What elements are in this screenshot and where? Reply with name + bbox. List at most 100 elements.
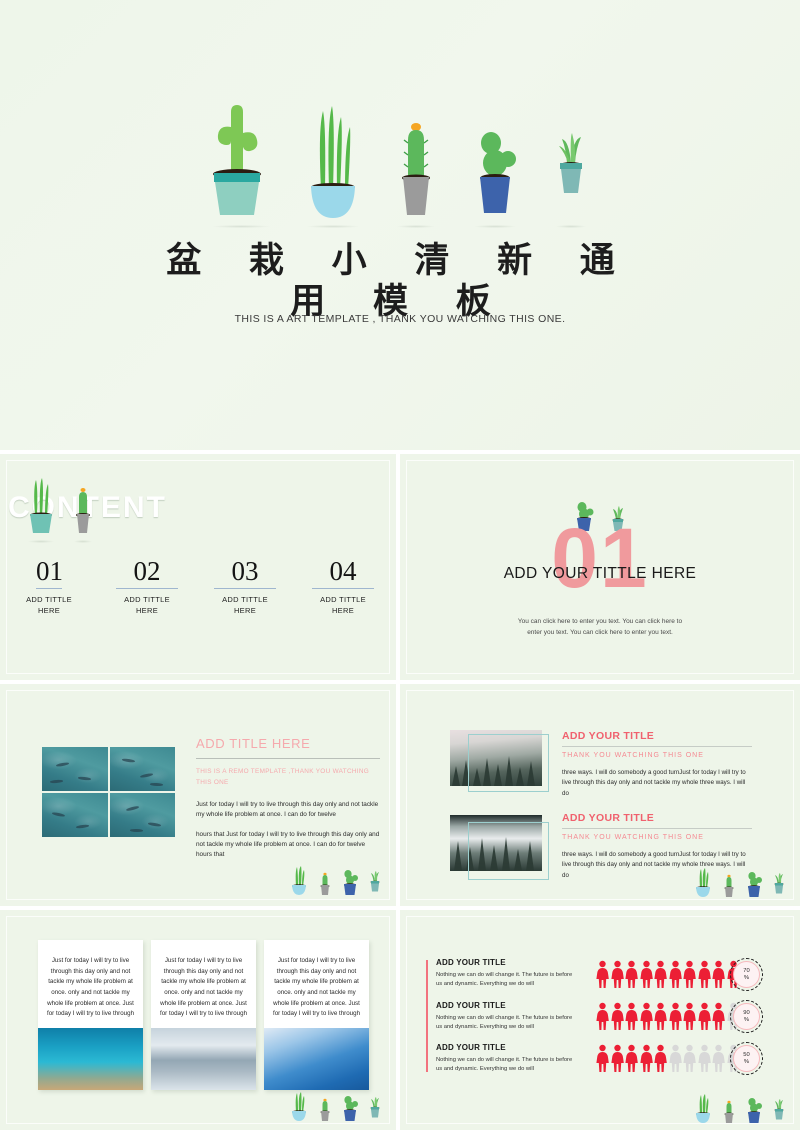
- percentage-badge: 70%: [730, 958, 763, 991]
- forest-subtitle-2: THANK YOU WATCHING THIS ONE: [562, 834, 704, 841]
- person-icon: [596, 1002, 609, 1030]
- slide-content: CONTENT 01 ADD TITTLE HERE 02 ADD TITTLE…: [0, 454, 396, 680]
- card-text: Just for today I will try to live throug…: [160, 957, 248, 1018]
- forest-title-2: ADD YOUR TITLE: [562, 812, 655, 824]
- decorative-plant-row: [693, 868, 786, 898]
- infographic-item-title: ADD YOUR TITLE: [436, 1000, 506, 1010]
- infographic-item-desc: Nothing we can do will change it. The fu…: [436, 1057, 573, 1073]
- page-title: 盆 栽 小 清 新 通 用 模 板: [166, 241, 634, 322]
- plant-grass-bowl-icon: [693, 1094, 713, 1124]
- decorative-plant-row: [693, 1094, 786, 1124]
- plant-grass-bowl-icon: [289, 866, 309, 896]
- percentage-badge-column: 70% 90% 50%: [730, 958, 763, 1084]
- person-icon: [625, 1044, 638, 1072]
- person-icon: [654, 1002, 667, 1030]
- content-item-label: ADD TITTLE HERE: [124, 595, 170, 615]
- gallery-text-column: ADD TITLE HERE THIS IS A REMO TEMPLATE ,…: [196, 736, 380, 861]
- photo-cell: [109, 747, 175, 791]
- pictogram-row: [596, 1002, 740, 1030]
- plant-cactus-gray-pot-icon: [722, 868, 736, 898]
- percentage-value: 70: [743, 967, 750, 974]
- person-icon: [596, 1044, 609, 1072]
- card-item[interactable]: Just for today I will try to live throug…: [264, 940, 369, 1090]
- plant-succulent-icon: [551, 99, 591, 228]
- percentage-unit: %: [743, 1058, 750, 1065]
- plant-succulent-teal-pot-icon: [772, 868, 786, 898]
- forest-body-1: three ways. I will do somebody a good tu…: [562, 769, 746, 797]
- gallery-title: ADD TITLE HERE: [196, 736, 311, 751]
- plant-shadow: [307, 225, 359, 228]
- slide-infographic: ADD YOUR TITLE Nothing we can do will ch…: [400, 910, 800, 1130]
- infographic-item-desc: Nothing we can do will change it. The fu…: [436, 1014, 573, 1030]
- plant-shadow: [212, 225, 270, 228]
- person-icon: [683, 1002, 696, 1030]
- card-item[interactable]: Just for today I will try to live throug…: [38, 940, 143, 1090]
- plant-cactus-gray-pot-icon: [318, 1092, 332, 1122]
- pictogram-chart: [596, 960, 740, 1086]
- person-icon: [610, 1002, 624, 1030]
- content-item-label: ADD TITTLE HERE: [26, 595, 72, 615]
- percentage-unit: %: [743, 1016, 750, 1023]
- section-title: ADD YOUR TITTLE HERE: [503, 565, 697, 582]
- person-icon: [697, 1044, 711, 1072]
- slide-deck: 盆 栽 小 清 新 通 用 模 板 THIS IS A ART TEMPLATE…: [0, 0, 800, 1130]
- content-item-03[interactable]: 03 ADD TITTLE HERE: [214, 558, 276, 617]
- gallery-paragraph-2: hours that Just for today I will try to …: [196, 830, 380, 859]
- section-body-text: You can click here to enter you text. Yo…: [517, 618, 683, 636]
- percentage-badge: 50%: [730, 1042, 763, 1075]
- person-icon: [654, 1044, 667, 1072]
- percentage-value: 50: [743, 1051, 750, 1058]
- person-icon: [697, 960, 711, 988]
- infographic-item: ADD YOUR TITLE Nothing we can do will ch…: [426, 958, 576, 990]
- plant-shadow: [474, 225, 516, 228]
- slide-section-divider: 01 ADD YOUR TITTLE HERE You can click he…: [400, 454, 800, 680]
- decorative-plant-row: [289, 866, 382, 896]
- person-icon: [625, 960, 638, 988]
- slide-gallery: ADD TITLE HERE THIS IS A REMO TEMPLATE ,…: [0, 684, 396, 906]
- slide-title: 盆 栽 小 清 新 通 用 模 板 THIS IS A ART TEMPLATE…: [0, 0, 800, 450]
- plant-shadow: [74, 540, 92, 543]
- content-plant-group: [24, 474, 94, 543]
- content-item-label: ADD TITTLE HERE: [320, 595, 366, 615]
- photo-cell: [42, 747, 108, 791]
- plant-grass-bowl-icon: [693, 868, 713, 898]
- card-image-sky: [264, 1027, 369, 1090]
- content-item-02[interactable]: 02 ADD TITTLE HERE: [116, 558, 178, 617]
- infographic-item-desc: Nothing we can do will change it. The fu…: [436, 972, 573, 988]
- photo-cell: [109, 793, 175, 837]
- slide-forest: ADD YOUR TITLE THANK YOU WATCHING THIS O…: [400, 684, 800, 906]
- infographic-item-title: ADD YOUR TITLE: [436, 958, 506, 967]
- plant-grass-bowl-icon: [303, 99, 363, 228]
- content-item-01[interactable]: 01 ADD TITTLE HERE: [18, 558, 80, 617]
- plant-arm-cactus-blue-pot-icon: [341, 866, 359, 896]
- plant-cactus-gray-pot-icon: [318, 866, 332, 896]
- plant-arm-cactus-blue-pot-icon: [341, 1092, 359, 1122]
- plant-arm-cactus-blue-pot-icon: [745, 868, 763, 898]
- person-icon: [610, 960, 624, 988]
- person-icon: [654, 960, 667, 988]
- person-icon: [712, 960, 725, 988]
- content-item-number: 02: [116, 558, 178, 589]
- plant-succulent-teal-pot-icon: [772, 1094, 786, 1124]
- card-text: Just for today I will try to live throug…: [47, 957, 135, 1018]
- divider: [562, 746, 752, 747]
- content-item-number: 04: [312, 558, 374, 589]
- plant-flower-cactus-icon: [393, 99, 439, 228]
- card-item[interactable]: Just for today I will try to live throug…: [151, 940, 256, 1090]
- divider: [196, 758, 380, 760]
- person-icon: [668, 1002, 682, 1030]
- plant-shadow: [28, 540, 54, 543]
- plant-grass-teal-pot-icon: [24, 474, 58, 543]
- person-icon: [639, 1044, 653, 1072]
- plant-shadow: [397, 225, 435, 228]
- card-text: Just for today I will try to live throug…: [273, 957, 361, 1018]
- gallery-subtitle: THIS IS A REMO TEMPLATE ,THANK YOU WATCH…: [196, 768, 370, 786]
- content-item-04[interactable]: 04 ADD TITTLE HERE: [312, 558, 374, 617]
- person-icon: [668, 1044, 682, 1072]
- infographic-item-title: ADD YOUR TITLE: [436, 1043, 506, 1053]
- forest-text-block-1: ADD YOUR TITLE THANK YOU WATCHING THIS O…: [562, 730, 752, 799]
- person-icon: [639, 1002, 653, 1030]
- plant-succulent-teal-pot-icon: [368, 866, 382, 896]
- card-image-sea: [38, 1027, 143, 1090]
- person-icon: [697, 1002, 711, 1030]
